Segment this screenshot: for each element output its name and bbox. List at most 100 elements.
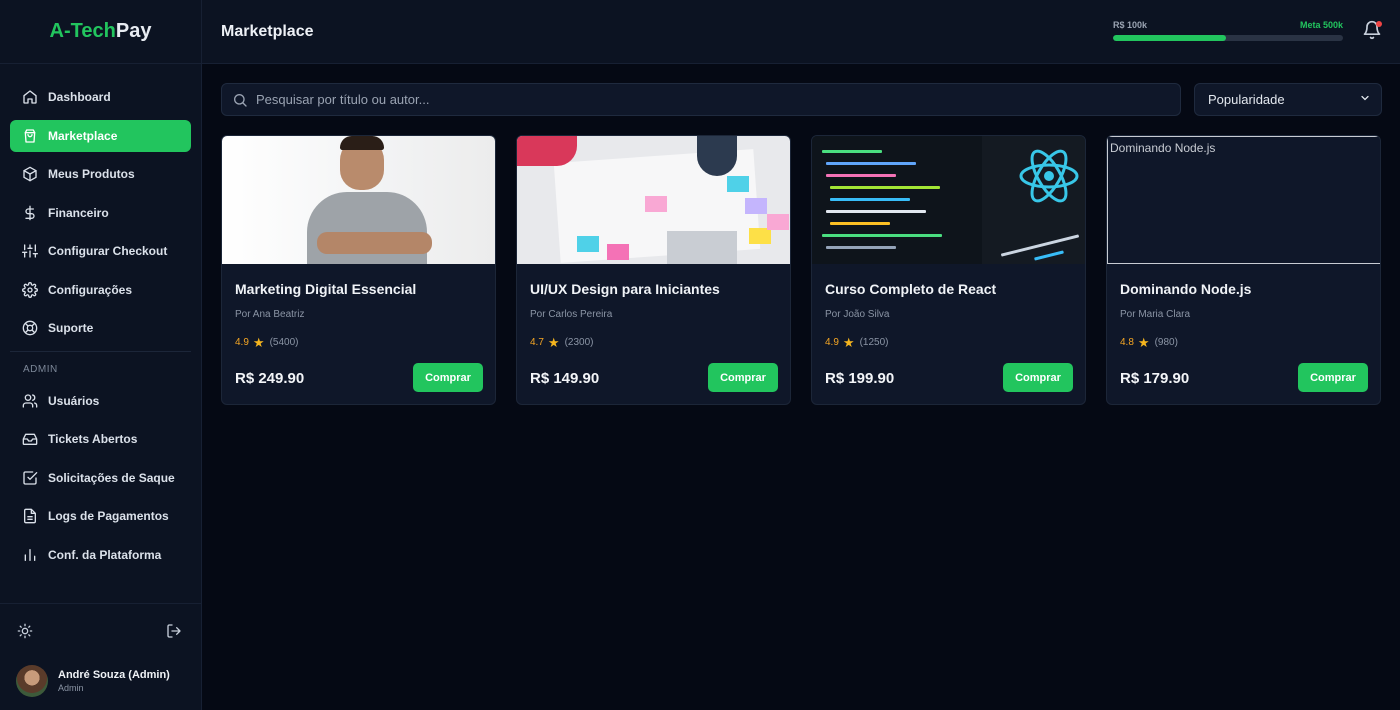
main-nav: Dashboard Marketplace Meus Produtos Fina… xyxy=(0,64,201,571)
box-icon xyxy=(22,166,38,182)
product-card[interactable]: UI/UX Design para Iniciantes Por Carlos … xyxy=(516,135,791,405)
search-icon xyxy=(232,92,248,108)
sun-icon[interactable] xyxy=(16,622,34,640)
notification-badge xyxy=(1376,21,1382,27)
product-price: R$ 249.90 xyxy=(235,370,305,387)
sidebar-item-financeiro[interactable]: Financeiro xyxy=(10,197,191,229)
sidebar-item-label: Solicitações de Saque xyxy=(48,470,175,485)
nav-divider xyxy=(10,350,191,352)
product-price: R$ 149.90 xyxy=(530,370,600,387)
brand-part-2: Pay xyxy=(115,20,152,42)
product-card[interactable]: Curso Completo de React Por João Silva 4… xyxy=(811,135,1086,405)
user-role: Admin xyxy=(58,683,84,693)
goal-progress-fill xyxy=(1113,35,1226,41)
sidebar: A-Tech Pay Dashboard Marketplace Meus Pro… xyxy=(0,0,202,710)
sidebar-item-logs-pagamentos[interactable]: Logs de Pagamentos xyxy=(10,500,191,532)
buy-button[interactable]: Comprar xyxy=(1003,363,1073,392)
product-image xyxy=(222,136,495,264)
sidebar-item-label: Marketplace xyxy=(48,128,118,143)
sort-select[interactable]: Popularidade xyxy=(1194,83,1382,116)
sidebar-item-label: Conf. da Plataforma xyxy=(48,547,162,562)
search-input[interactable] xyxy=(256,92,1156,107)
shopping-bag-icon xyxy=(22,128,38,144)
rating-value: 4.9 xyxy=(825,337,839,348)
product-price: R$ 199.90 xyxy=(825,370,895,387)
product-author: Por Carlos Pereira xyxy=(530,309,613,320)
sidebar-item-label: Dashboard xyxy=(48,90,111,104)
admin-section-label: ADMIN xyxy=(23,363,58,375)
home-icon xyxy=(22,89,38,105)
product-rating: 4.9 ★ (5400) xyxy=(235,336,298,349)
goal-current-label: R$ 100k xyxy=(1113,20,1148,30)
avatar xyxy=(16,665,48,697)
buy-button[interactable]: Comprar xyxy=(1298,363,1368,392)
react-logo-icon xyxy=(1019,149,1079,203)
sidebar-item-meus-produtos[interactable]: Meus Produtos xyxy=(10,158,191,190)
star-icon: ★ xyxy=(842,335,855,350)
notifications-button[interactable] xyxy=(1362,20,1384,42)
product-title: Dominando Node.js xyxy=(1120,281,1252,297)
sidebar-item-label: Tickets Abertos xyxy=(48,432,138,446)
page-title: Marketplace xyxy=(221,23,314,40)
dollar-icon xyxy=(22,205,38,221)
sidebar-item-usuarios[interactable]: Usuários xyxy=(10,385,191,417)
sidebar-item-marketplace[interactable]: Marketplace xyxy=(10,119,191,152)
sliders-icon xyxy=(22,243,38,259)
product-price: R$ 179.90 xyxy=(1120,370,1190,387)
product-rating: 4.9 ★ (1250) xyxy=(825,336,888,349)
sidebar-tools xyxy=(0,604,201,640)
rating-count: (5400) xyxy=(269,337,299,348)
sidebar-item-label: Usuários xyxy=(48,393,100,408)
logout-icon[interactable] xyxy=(165,622,183,640)
product-title: Curso Completo de React xyxy=(825,281,997,297)
rating-count: (2300) xyxy=(564,337,594,348)
sidebar-item-suporte[interactable]: Suporte xyxy=(10,312,191,344)
buy-button[interactable]: Comprar xyxy=(413,363,483,392)
rating-value: 4.8 xyxy=(1120,337,1134,348)
sidebar-item-configuracoes[interactable]: Configurações xyxy=(10,274,191,306)
product-image xyxy=(517,136,790,264)
rating-value: 4.9 xyxy=(235,337,249,348)
rating-count: (980) xyxy=(1154,337,1178,348)
chevron-down-icon xyxy=(1359,92,1371,107)
product-image xyxy=(812,136,1085,264)
revenue-goal-progress: R$ 100k Meta 500k xyxy=(1113,20,1343,41)
bell-icon xyxy=(1362,20,1382,44)
product-grid: Marketing Digital Essencial Por Ana Beat… xyxy=(221,135,1381,405)
sidebar-item-configurar-checkout[interactable]: Configurar Checkout xyxy=(10,235,191,267)
search-bar[interactable] xyxy=(221,83,1181,116)
product-title: UI/UX Design para Iniciantes xyxy=(530,281,720,297)
brand-part-1: A-Tech xyxy=(49,20,116,42)
product-author: Por João Silva xyxy=(825,309,890,320)
product-author: Por Ana Beatriz xyxy=(235,309,305,320)
product-rating: 4.7 ★ (2300) xyxy=(530,336,593,349)
document-icon xyxy=(22,508,38,524)
sidebar-item-label: Configurações xyxy=(48,282,133,297)
sidebar-item-label: Configurar Checkout xyxy=(48,244,168,258)
sidebar-footer: André Souza (Admin) Admin xyxy=(0,603,201,710)
sort-selected-value: Popularidade xyxy=(1208,92,1285,107)
rating-value: 4.7 xyxy=(530,337,544,348)
user-name: André Souza (Admin) xyxy=(58,669,170,681)
product-title: Marketing Digital Essencial xyxy=(235,281,417,297)
buy-button[interactable]: Comprar xyxy=(708,363,778,392)
lifebuoy-icon xyxy=(22,320,38,336)
rating-count: (1250) xyxy=(859,337,889,348)
product-card[interactable]: Dominando Node.js Dominando Node.js Por … xyxy=(1106,135,1381,405)
checkbox-icon xyxy=(22,470,38,486)
goal-progress-track xyxy=(1113,35,1343,41)
sidebar-item-label: Financeiro xyxy=(48,205,109,220)
sidebar-item-label: Suporte xyxy=(48,321,94,335)
user-profile[interactable]: André Souza (Admin) Admin xyxy=(16,665,170,697)
sidebar-item-solicitacoes-saque[interactable]: Solicitações de Saque xyxy=(10,462,191,494)
sidebar-item-dashboard[interactable]: Dashboard xyxy=(10,81,191,113)
product-card[interactable]: Marketing Digital Essencial Por Ana Beat… xyxy=(221,135,496,405)
sidebar-item-label: Logs de Pagamentos xyxy=(48,509,169,523)
broken-image-alt-text: Dominando Node.js xyxy=(1110,141,1216,155)
brand-logo[interactable]: A-Tech Pay xyxy=(0,0,201,64)
star-icon: ★ xyxy=(252,335,265,350)
top-header: Marketplace R$ 100k Meta 500k xyxy=(202,0,1400,64)
sidebar-item-tickets-abertos[interactable]: Tickets Abertos xyxy=(10,423,191,455)
sidebar-item-conf-plataforma[interactable]: Conf. da Plataforma xyxy=(10,539,191,571)
gear-icon xyxy=(22,281,38,298)
